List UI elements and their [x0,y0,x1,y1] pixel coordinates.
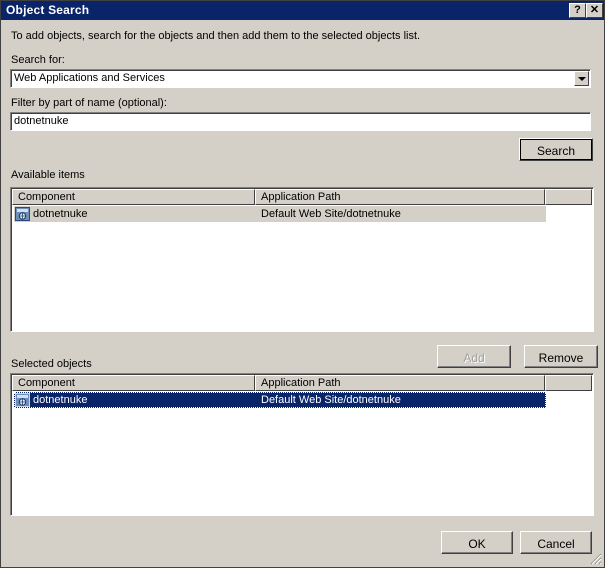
row-component: dotnetnuke [33,208,88,220]
selected-objects-list[interactable]: Component Application Path dotnetnuke De… [10,373,594,516]
available-items-list[interactable]: Component Application Path dotnetnuke De… [10,187,594,332]
column-header-application-path[interactable]: Application Path [255,375,545,391]
search-for-dropdown[interactable]: Web Applications and Services [10,69,591,88]
selected-objects-label: Selected objects [11,358,92,370]
filter-value: dotnetnuke [14,115,69,127]
close-button[interactable]: ✕ [586,3,603,18]
column-header-application-path[interactable]: Application Path [255,189,545,205]
web-application-icon [15,393,30,407]
filter-label: Filter by part of name (optional): [11,97,167,109]
instructions-text: To add objects, search for the objects a… [11,30,421,42]
available-items-label: Available items [11,169,85,181]
column-header-filler [545,189,592,205]
ok-button[interactable]: OK [441,531,513,554]
resize-grip-icon[interactable] [590,553,602,565]
chevron-down-icon[interactable] [574,71,589,86]
web-application-icon [15,207,30,221]
column-header-filler [545,375,592,391]
row-application-path: Default Web Site/dotnetnuke [261,208,401,220]
search-for-label: Search for: [11,54,65,66]
row-component: dotnetnuke [33,394,88,406]
title-bar[interactable]: Object Search ? ✕ [1,1,604,20]
search-for-value: Web Applications and Services [14,72,165,84]
filter-input[interactable]: dotnetnuke [10,112,591,131]
remove-button[interactable]: Remove [524,345,598,368]
column-header-component[interactable]: Component [12,189,255,205]
table-row[interactable]: dotnetnuke Default Web Site/dotnetnuke [14,206,546,222]
object-search-dialog: Object Search ? ✕ To add objects, search… [0,0,605,568]
cancel-button[interactable]: Cancel [520,531,592,554]
table-row[interactable]: dotnetnuke Default Web Site/dotnetnuke [14,392,546,408]
help-button[interactable]: ? [569,3,586,18]
search-button[interactable]: Search [519,138,593,161]
dialog-title: Object Search [6,3,90,17]
add-button[interactable]: Add [437,345,511,368]
column-header-component[interactable]: Component [12,375,255,391]
row-application-path: Default Web Site/dotnetnuke [261,394,401,406]
